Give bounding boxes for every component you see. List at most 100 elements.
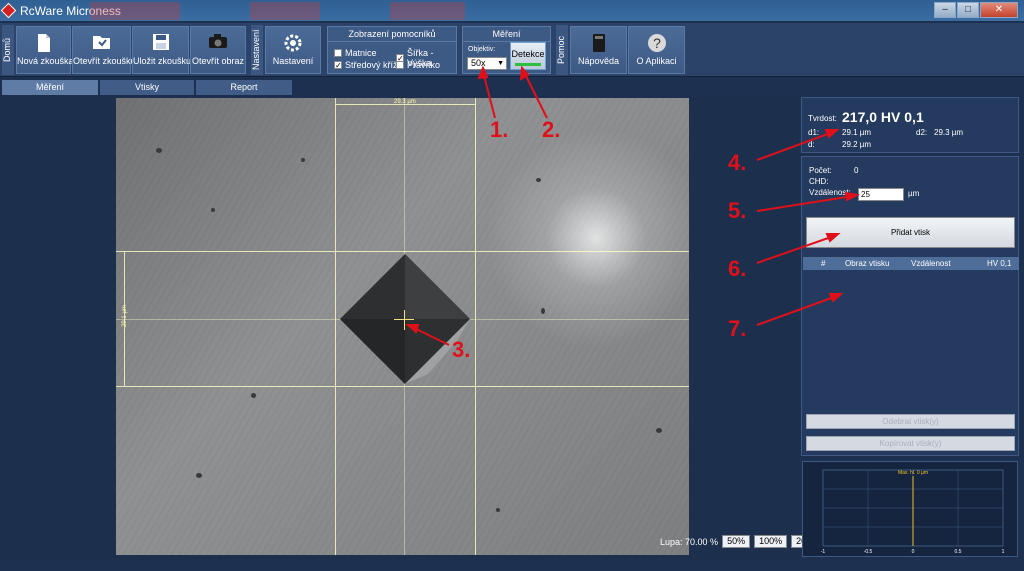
matrix-checkbox-box: [334, 49, 342, 57]
about-button[interactable]: ? O Aplikaci: [628, 26, 685, 74]
distance-unit: µm: [908, 189, 920, 198]
d1-label: d1:: [808, 128, 820, 137]
help-book-icon: [589, 33, 609, 53]
height-dimension-label: 29.1 µm: [121, 305, 128, 327]
hardness-value: 217,0 HV 0,1: [842, 109, 924, 125]
save-test-label: Uložit zkoušku: [133, 56, 192, 66]
annotation-1: 1.: [490, 117, 509, 142]
d2-value: 29.3 µm: [934, 128, 964, 137]
detect-progress-bar: [515, 63, 541, 66]
col-distance: Vzdálenost: [911, 259, 951, 268]
close-button[interactable]: ✕: [980, 2, 1018, 18]
svg-text:?: ?: [653, 35, 661, 51]
chart-x-tick-label: 0.5: [955, 549, 962, 555]
save-test-button[interactable]: Uložit zkoušku: [132, 26, 192, 74]
tab-mereni[interactable]: Měření: [2, 80, 98, 95]
zoom-50-button[interactable]: 50%: [722, 535, 751, 548]
tab-bar: Měření Vtisky Report: [0, 78, 800, 95]
settings-button[interactable]: Nastavení: [265, 26, 321, 74]
zoom-bar: Lupa: 70.00 % 50% 100% 200%: [660, 535, 825, 548]
taskbar-tabs-background: [90, 2, 470, 20]
measure-group: Měření Objektiv: 50x ▼ Detekce: [462, 26, 551, 74]
tab-report[interactable]: Report: [196, 80, 292, 95]
annotation-2: 2.: [542, 117, 561, 142]
d1-value: 29.1 µm: [842, 128, 872, 137]
center-cross-checkbox-box: ✓: [334, 61, 342, 70]
distance-input[interactable]: 25: [858, 188, 904, 201]
microscope-image[interactable]: 29.3 µm 29.1 µm: [116, 98, 689, 555]
d-value: 29.2 µm: [842, 140, 872, 149]
d2-label: d2:: [916, 128, 928, 137]
add-indent-button[interactable]: Přidat vtisk: [806, 217, 1015, 248]
indent-table-header: # Obraz vtisku Vzdálenost HV 0,1: [803, 257, 1019, 270]
zoom-100-button[interactable]: 100%: [754, 535, 788, 548]
ribbon-group-home-label: Domů: [2, 25, 14, 75]
open-test-label: Otevřít zkoušku: [73, 56, 136, 66]
about-label: O Aplikaci: [636, 56, 677, 66]
help-button[interactable]: Nápověda: [570, 26, 627, 74]
chart-x-tick-label: -0.5: [864, 549, 873, 555]
chart-x-tick-label: 0: [912, 549, 915, 555]
indent-list-box: Počet: 0 CHD: Vzdálenost: 25 µm Přidat v…: [801, 156, 1019, 456]
chevron-down-icon: ▼: [497, 60, 504, 67]
zoom-label: Lupa: 70.00 %: [660, 536, 719, 547]
col-hv: HV 0,1: [987, 259, 1012, 268]
helpers-group-title: Zobrazení pomocníků: [328, 29, 456, 42]
count-value: 0: [854, 166, 859, 175]
open-image-button[interactable]: Otevřít obraz: [190, 26, 246, 74]
matrix-checkbox[interactable]: Matnice: [334, 48, 377, 58]
chart-x-tick-label: -1: [821, 549, 826, 555]
open-image-label: Otevřít obraz: [191, 56, 245, 66]
open-test-button[interactable]: Otevřít zkoušku: [72, 26, 136, 74]
detect-button[interactable]: Detekce: [510, 42, 546, 70]
window-controls: – □ ✕: [933, 2, 1018, 18]
new-test-label: Nová zkouška: [17, 56, 74, 66]
objective-value: 50x: [471, 58, 486, 68]
chart-title: Max. hl. 0 µm: [898, 470, 928, 476]
tab-vtisky[interactable]: Vtisky: [100, 80, 194, 95]
annotation-3: 3.: [452, 337, 471, 362]
app-logo-icon: [0, 2, 17, 19]
ruler-label: Pravítko: [407, 60, 441, 70]
center-cross-checkbox[interactable]: ✓ Středový kříž: [334, 60, 398, 70]
col-index: #: [821, 259, 826, 268]
save-floppy-icon: [151, 33, 171, 53]
center-cross-vertical: [404, 310, 405, 330]
matrix-label: Matnice: [345, 48, 377, 58]
help-label: Nápověda: [577, 56, 620, 66]
remove-indent-button[interactable]: Odebrat vtisk(y): [806, 414, 1015, 429]
depth-chart-svg: -1 -0.5 0 0.5 1 Max. hl. 0 µm: [821, 469, 1005, 555]
maximize-button[interactable]: □: [957, 2, 979, 18]
open-folder-icon: [92, 33, 112, 53]
distance-label: Vzdálenost:: [809, 188, 851, 197]
measure-group-title: Měření: [463, 29, 550, 42]
center-cross-label: Středový kříž: [345, 60, 398, 70]
hardness-label: Tvrdost:: [808, 114, 837, 123]
title-bar: RcWare Microness – □ ✕: [0, 0, 1024, 22]
annotation-5: 5.: [728, 198, 747, 223]
ribbon-group-help-label: Pomoc: [556, 25, 568, 75]
minimize-button[interactable]: –: [934, 2, 956, 18]
ribbon-group-settings-label: Nastavení: [251, 25, 263, 75]
new-document-icon: [34, 33, 54, 53]
chd-label: CHD:: [809, 177, 829, 186]
annotation-4: 4.: [728, 150, 747, 175]
ribbon: Domů Nová zkouška Otevřít zkoušku Uložit…: [0, 23, 1024, 77]
annotation-6: 6.: [728, 256, 747, 281]
d-label: d:: [808, 140, 815, 149]
objective-select[interactable]: 50x ▼: [467, 57, 507, 70]
chart-x-tick-label: 1: [1002, 549, 1005, 555]
hardness-result-box: Tvrdost: 217,0 HV 0,1 d1: 29.1 µm d2: 29…: [801, 97, 1019, 153]
settings-gear-icon: [283, 33, 303, 53]
col-image: Obraz vtisku: [845, 259, 890, 268]
depth-chart: -1 -0.5 0 0.5 1 Max. hl. 0 µm: [802, 461, 1018, 557]
camera-icon: [208, 33, 228, 53]
new-test-button[interactable]: Nová zkouška: [16, 26, 74, 74]
helpers-group: Zobrazení pomocníků Matnice ✓ Středový kř…: [327, 26, 457, 74]
ruler-checkbox-box: [396, 61, 404, 69]
ruler-checkbox[interactable]: Pravítko: [396, 60, 440, 70]
copy-indent-button[interactable]: Kopírovat vtisk(y): [806, 436, 1015, 451]
width-dimension-label: 29.3 µm: [394, 99, 416, 105]
question-icon: ?: [647, 33, 667, 53]
detect-label: Detekce: [511, 49, 545, 59]
